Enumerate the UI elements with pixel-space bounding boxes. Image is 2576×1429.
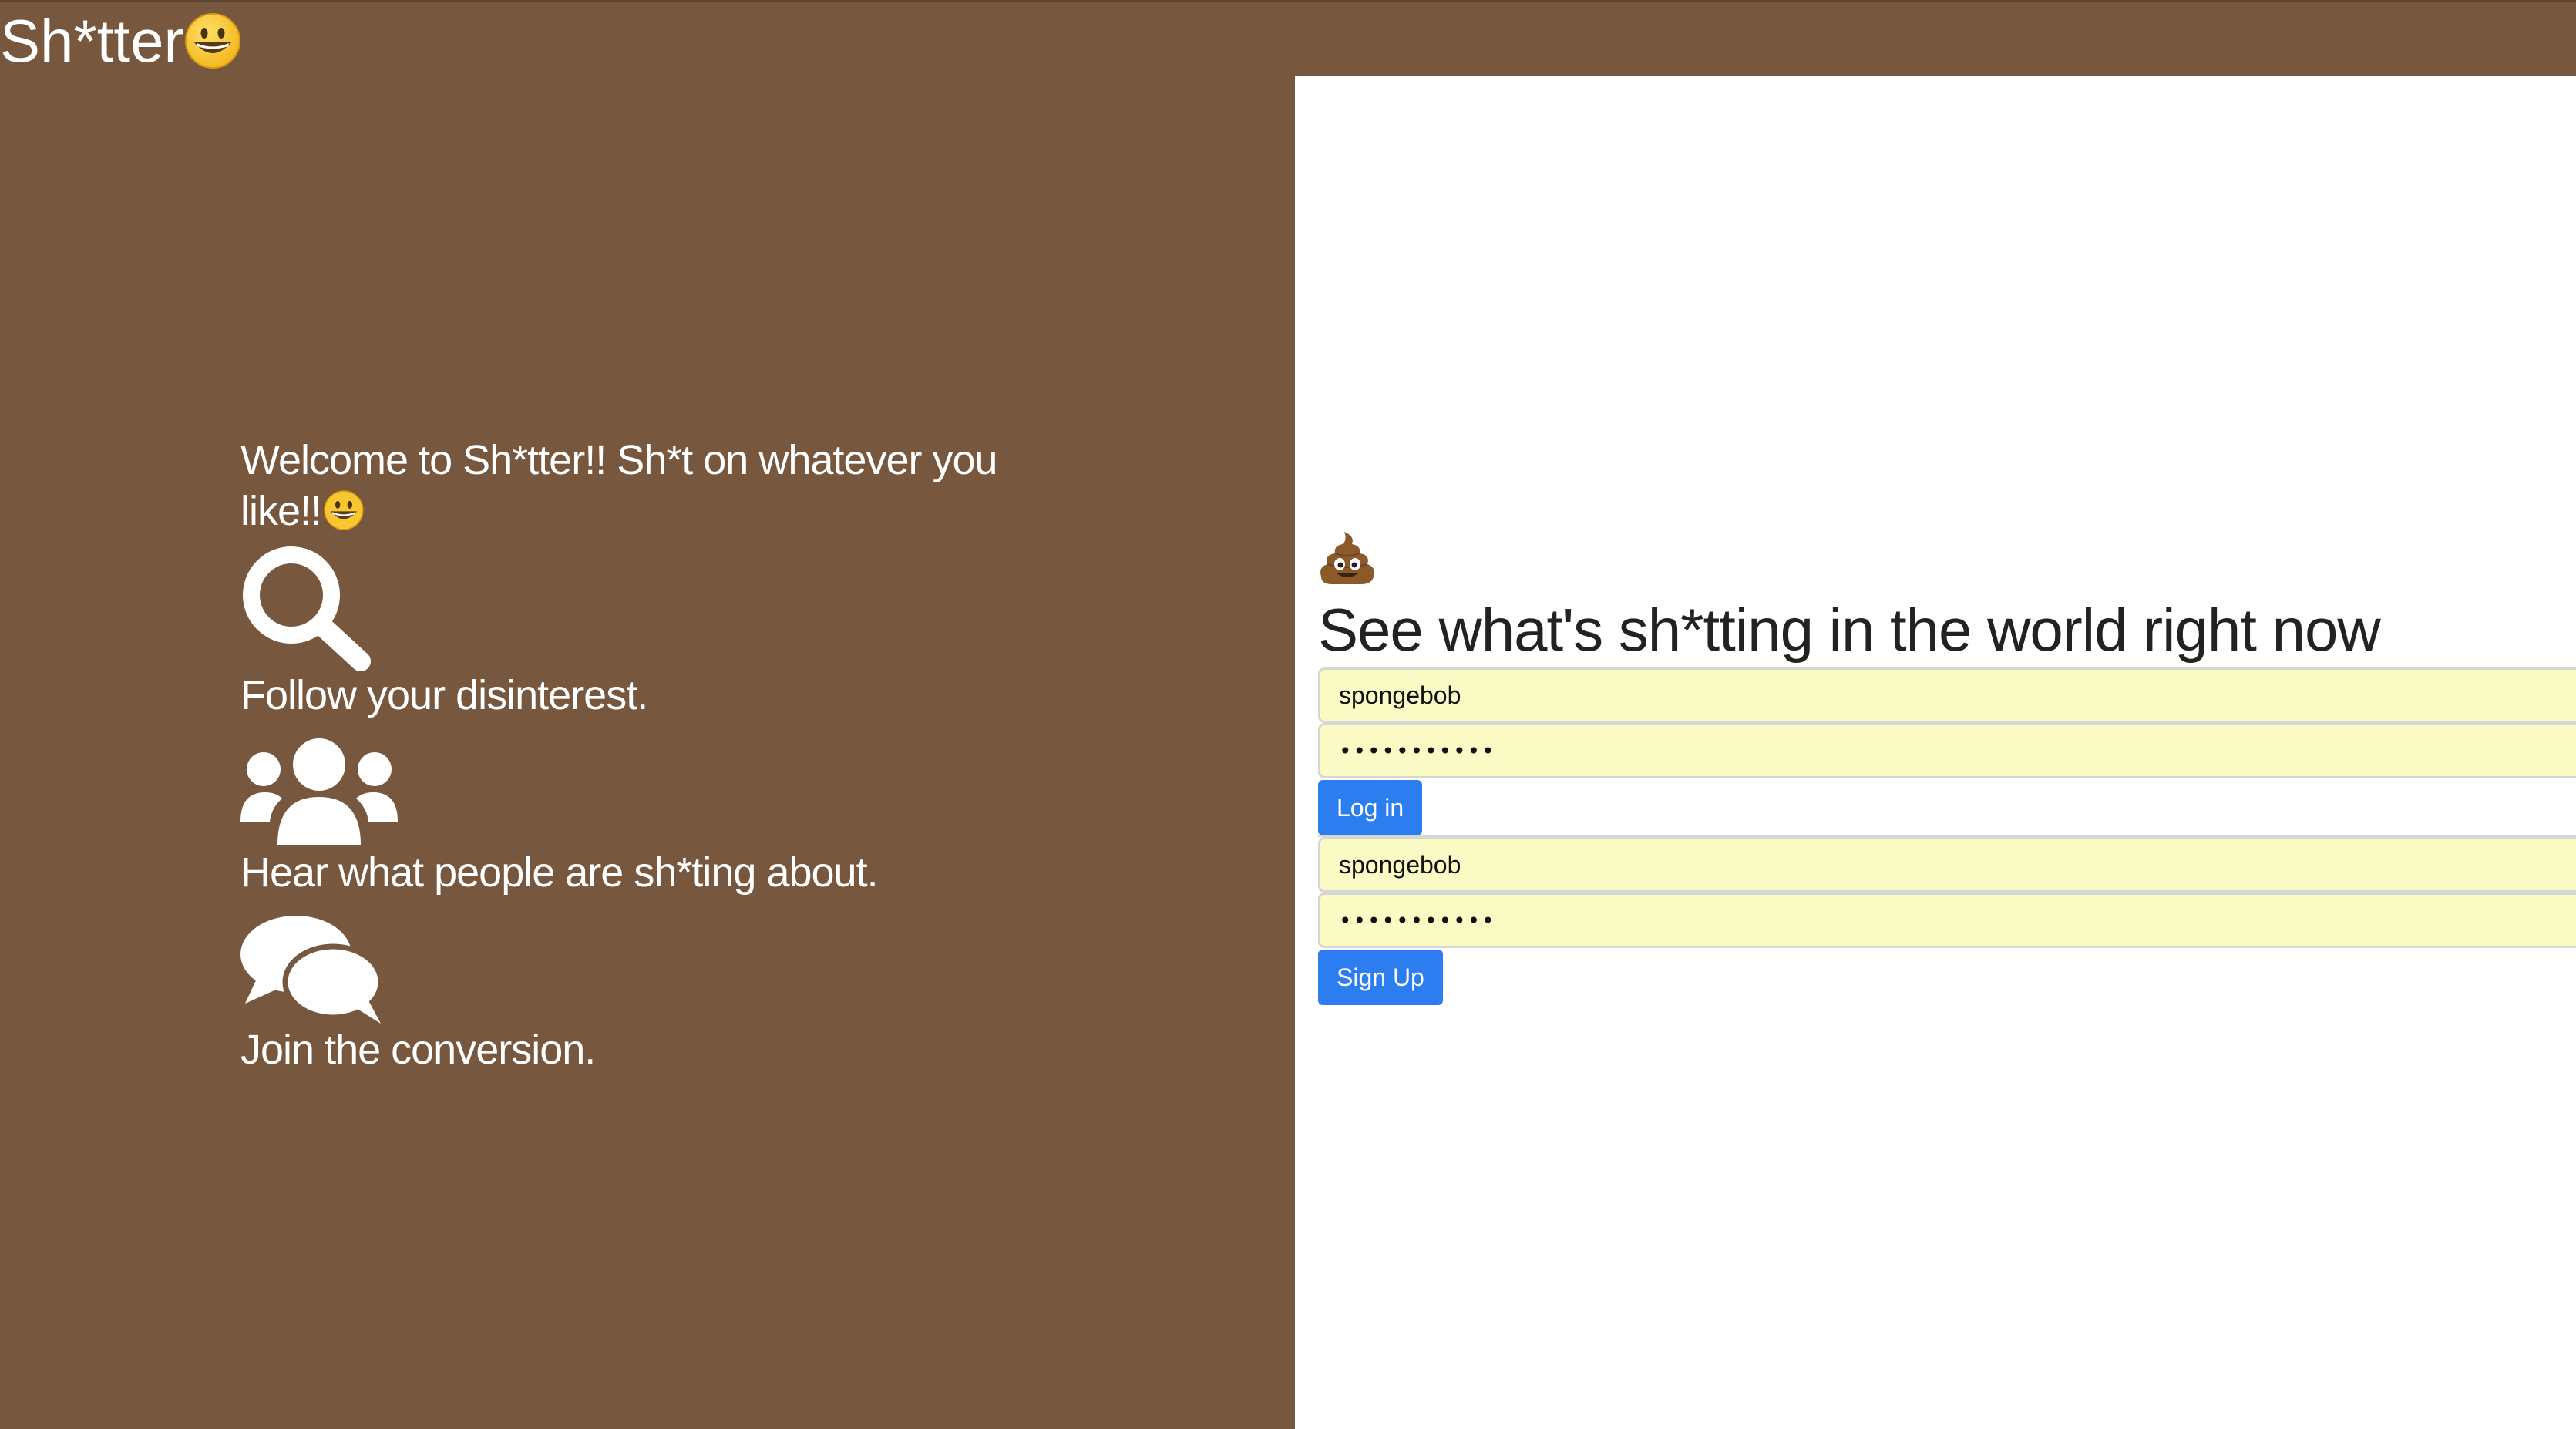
pile-of-poo-icon	[1320, 532, 1374, 584]
signup-button[interactable]: Sign Up	[1318, 950, 1443, 1005]
page: Sh*tter Welcome to Sh*tter!! Sh*t on wha…	[0, 0, 2576, 1429]
welcome-message: Welcome to Sh*tter!! Sh*t on whatever yo…	[240, 435, 1073, 536]
comments-icon	[240, 916, 382, 1024]
feature-hear-text: Hear what people are sh*ting about.	[240, 849, 879, 896]
users-icon	[240, 738, 398, 845]
signup-form: Sign Up	[1318, 837, 2576, 1007]
login-button[interactable]: Log in	[1318, 780, 1423, 836]
divider	[1318, 835, 2576, 837]
feature-hear: Hear what people are sh*ting about.	[240, 737, 1073, 897]
login-heading: See what's sh*tting in the world right n…	[1318, 596, 2381, 664]
feature-join-text: Join the conversion.	[240, 1027, 596, 1073]
auth-forms: See what's sh*tting in the world right n…	[1318, 529, 2576, 1007]
auth-panel: See what's sh*tting in the world right n…	[1295, 76, 2576, 1429]
grinning-face-icon	[185, 13, 241, 69]
signup-username-input[interactable]	[1318, 837, 2576, 893]
feature-follow-text: Follow your disinterest.	[240, 672, 648, 718]
intro-content: Welcome to Sh*tter!! Sh*t on whatever yo…	[240, 435, 1073, 1074]
search-icon	[243, 546, 371, 671]
signup-button-row: Sign Up	[1318, 948, 2576, 1007]
login-form: Log in	[1318, 667, 2576, 837]
login-button-row: Log in	[1318, 778, 2576, 837]
grinning-face-icon	[324, 490, 364, 530]
signup-password-input[interactable]	[1318, 893, 2576, 948]
brand-name: Sh*tter	[0, 7, 184, 75]
feature-join: Join the conversion.	[240, 914, 1073, 1074]
feature-follow: Follow your disinterest.	[240, 544, 1073, 720]
login-password-input[interactable]	[1318, 723, 2576, 778]
top-navbar: Sh*tter	[0, 0, 2576, 76]
brand-logo[interactable]: Sh*tter	[0, 6, 242, 76]
intro-panel: Welcome to Sh*tter!! Sh*t on whatever yo…	[0, 74, 1295, 1429]
login-username-input[interactable]	[1318, 667, 2576, 723]
